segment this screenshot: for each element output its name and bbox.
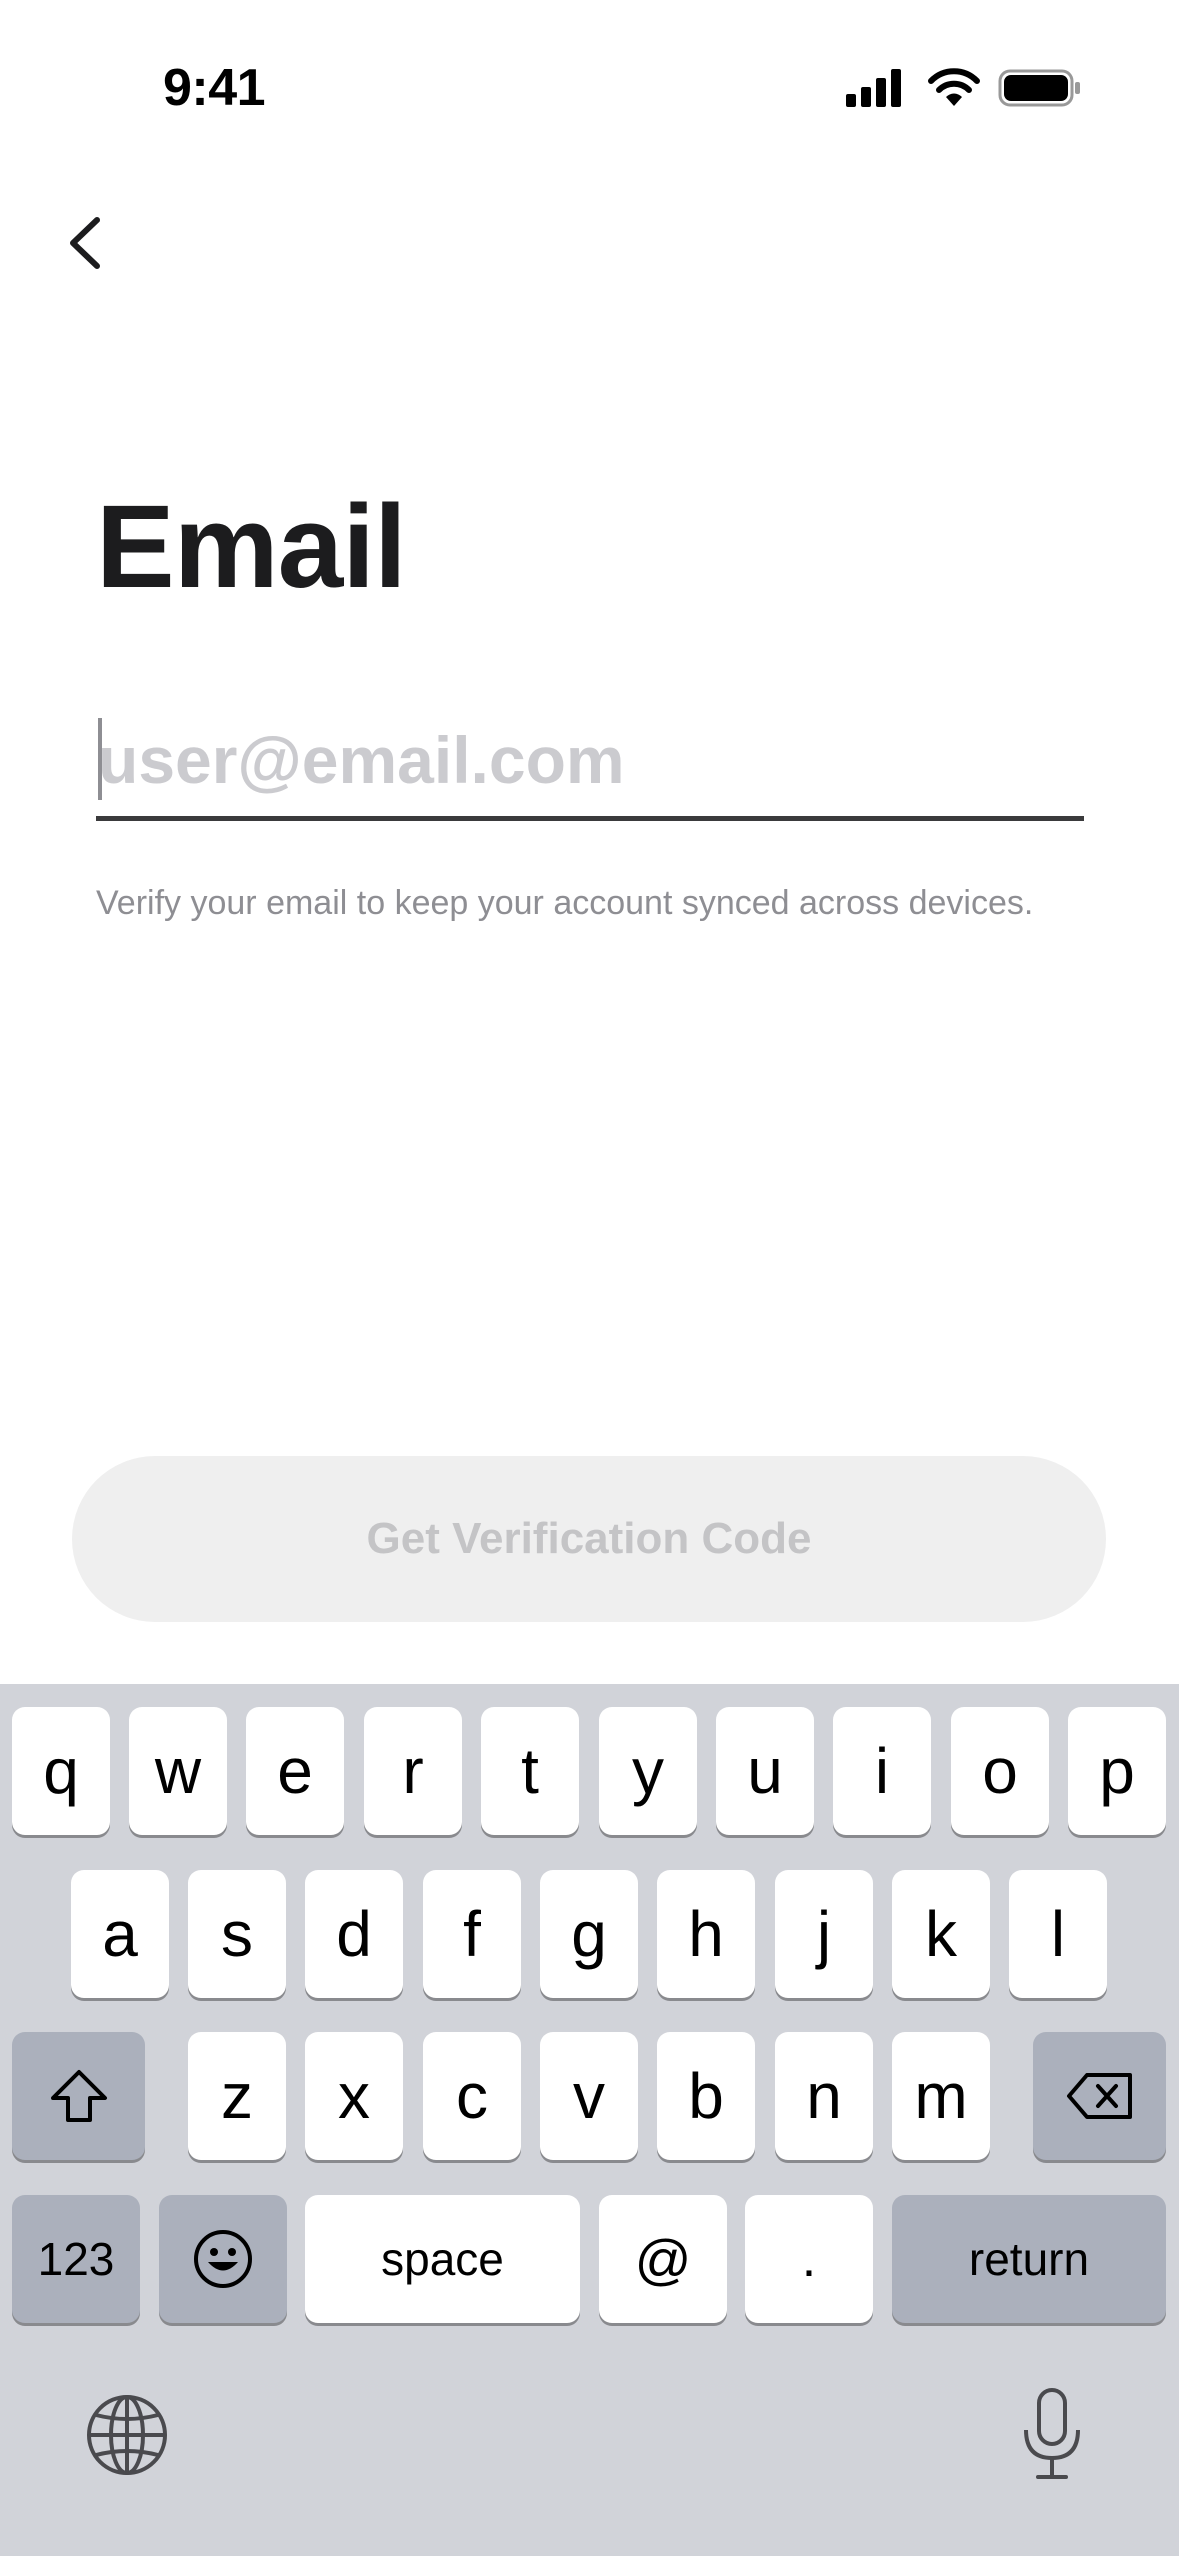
shift-icon [50,2070,107,2122]
keyboard: q w e r t y u i o p a s d f g h j k l z … [0,1684,1179,2556]
backspace-icon [1066,2073,1132,2119]
space-key[interactable]: space [305,2195,580,2323]
key-r[interactable]: r [364,1707,462,1835]
get-verification-code-button[interactable]: Get Verification Code [72,1456,1106,1622]
backspace-key[interactable] [1033,2032,1166,2160]
key-o[interactable]: o [951,1707,1049,1835]
shift-key[interactable] [12,2032,145,2160]
key-w[interactable]: w [129,1707,227,1835]
emoji-key[interactable] [159,2195,287,2323]
at-key[interactable]: @ [599,2195,727,2323]
key-c[interactable]: c [423,2032,521,2160]
dot-key[interactable]: . [745,2195,873,2323]
email-field-underline [96,816,1084,821]
microphone-button[interactable] [1012,2384,1092,2484]
status-time: 9:41 [163,59,266,117]
emoji-icon [194,2230,252,2288]
email-field[interactable] [96,710,1086,810]
key-z[interactable]: z [188,2032,286,2160]
key-v[interactable]: v [540,2032,638,2160]
cellular-signal-icon [846,69,901,107]
key-d[interactable]: d [305,1870,403,1998]
helper-text: Verify your email to keep your account s… [96,884,1034,922]
microphone-icon [1024,2388,1080,2479]
chevron-left-icon [70,217,100,269]
globe-button[interactable] [82,2390,172,2480]
key-u[interactable]: u [716,1707,814,1835]
key-k[interactable]: k [892,1870,990,1998]
key-f[interactable]: f [423,1870,521,1998]
back-button[interactable] [55,205,125,280]
key-s[interactable]: s [188,1870,286,1998]
text-cursor [98,718,102,800]
email-field-container [96,710,1086,822]
key-q[interactable]: q [12,1707,110,1835]
key-t[interactable]: t [481,1707,579,1835]
key-n[interactable]: n [775,2032,873,2160]
key-g[interactable]: g [540,1870,638,1998]
key-y[interactable]: y [599,1707,697,1835]
key-i[interactable]: i [833,1707,931,1835]
key-a[interactable]: a [71,1870,169,1998]
page-title: Email [96,481,407,613]
key-h[interactable]: h [657,1870,755,1998]
globe-icon [87,2395,167,2475]
key-p[interactable]: p [1068,1707,1166,1835]
key-b[interactable]: b [657,2032,755,2160]
return-key[interactable]: return [892,2195,1166,2323]
key-m[interactable]: m [892,2032,990,2160]
key-e[interactable]: e [246,1707,344,1835]
key-j[interactable]: j [775,1870,873,1998]
wifi-icon [928,68,980,106]
key-x[interactable]: x [305,2032,403,2160]
battery-icon [998,69,1080,107]
numbers-key[interactable]: 123 [12,2195,140,2323]
key-l[interactable]: l [1009,1870,1107,1998]
